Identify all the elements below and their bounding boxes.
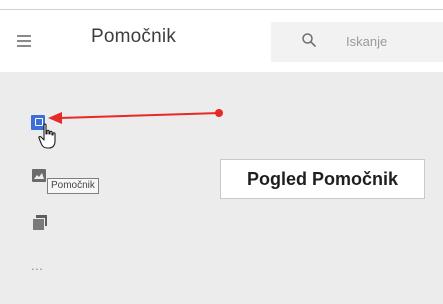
hamburger-menu-button[interactable]: [14, 29, 40, 55]
search-input[interactable]: [346, 30, 441, 52]
hamburger-menu-icon: [17, 35, 31, 37]
top-divider: [0, 0, 443, 10]
app-title: Pomočnik: [91, 26, 177, 47]
search-box[interactable]: [271, 22, 443, 62]
main-content: ... Pomočnik Pogled Pomočnik: [0, 72, 443, 304]
app-header: Pomočnik: [0, 10, 443, 72]
callout-label: Pogled Pomočnik: [220, 159, 425, 199]
search-icon[interactable]: [301, 32, 317, 48]
